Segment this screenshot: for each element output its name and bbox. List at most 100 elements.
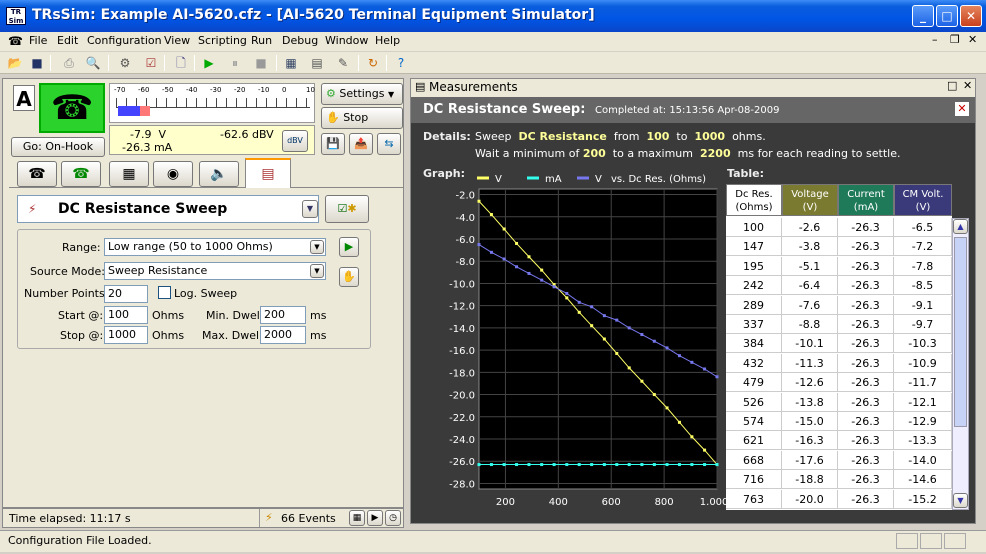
toolbar: 📂 ■ ⎙ 🔍 ⚙ ☑ 🗋 ▶ ⏸ ■ ▦ ▤ ✎ ↻ ?: [0, 52, 986, 74]
points-label: Number Points:: [24, 287, 109, 300]
menu-run[interactable]: Run: [251, 34, 272, 47]
y-tick-label: -12.0: [449, 302, 475, 313]
maximize-icon[interactable]: □: [947, 79, 957, 92]
table-cell: -15.0: [782, 412, 838, 431]
data-point: [627, 463, 631, 467]
menu-configuration[interactable]: Configuration: [87, 34, 162, 47]
title-bar: TR Sim TRsSim: Example AI-5620.cfz - [AI…: [0, 0, 986, 32]
tab-green-phone[interactable]: ☎: [61, 161, 101, 187]
run-icon[interactable]: ▶: [200, 54, 218, 72]
script-icon[interactable]: ✎: [334, 54, 352, 72]
table-cell: -12.9: [894, 412, 952, 431]
document-icon[interactable]: 🗋: [172, 54, 190, 72]
calendar-icon[interactable]: ▦: [282, 54, 300, 72]
close-report-icon[interactable]: ✕: [955, 102, 969, 116]
table-cell: -10.9: [894, 353, 952, 373]
scroll-up-icon[interactable]: ▲: [953, 219, 968, 234]
settings-button[interactable]: ⚙ Settings ▼: [321, 83, 403, 105]
scroll-down-icon[interactable]: ▼: [953, 493, 968, 508]
menu-file[interactable]: File: [29, 34, 47, 47]
table-cell: -26.3: [838, 489, 894, 509]
column-header-unit: (V): [802, 202, 818, 213]
mdi-minimize-icon[interactable]: –: [932, 33, 938, 46]
stop-button[interactable]: ✋ Stop: [321, 107, 403, 129]
mdi-restore-icon[interactable]: ❐: [950, 33, 960, 46]
enable-toggle[interactable]: ☑✱: [325, 195, 369, 223]
menu-debug[interactable]: Debug: [282, 34, 318, 47]
column-header[interactable]: CM Volt. (V): [894, 184, 952, 216]
points-input[interactable]: 20: [104, 285, 148, 303]
tab-measurement[interactable]: ▤: [245, 158, 291, 188]
refresh-icon[interactable]: ↻: [364, 54, 382, 72]
mdi-close-icon[interactable]: ✕: [968, 33, 977, 46]
column-header[interactable]: Current (mA): [838, 184, 894, 216]
menu-window[interactable]: Window: [325, 34, 368, 47]
clock-icon[interactable]: ◷: [385, 510, 401, 526]
print-icon[interactable]: ⎙: [60, 54, 78, 72]
gear-icon[interactable]: ⚙: [116, 54, 134, 72]
source-label: Source Mode:: [30, 265, 105, 278]
open-icon[interactable]: 📂: [6, 54, 24, 72]
table-cell: -26.3: [838, 450, 894, 470]
details-line-2: Wait a minimum of 200 to a maximum 2200 …: [475, 147, 901, 160]
details-label: Details:: [423, 130, 471, 143]
pause-icon[interactable]: ⏸: [226, 54, 244, 72]
menu-view[interactable]: View: [164, 34, 190, 47]
y-tick-label: -8.0: [455, 257, 475, 268]
play-log-icon[interactable]: ▶: [367, 510, 383, 526]
menu-scripting[interactable]: Scripting: [198, 34, 247, 47]
table-scrollbar[interactable]: ▲ ▼: [952, 218, 969, 510]
plot-area: [478, 188, 718, 490]
stop-input[interactable]: 1000: [104, 326, 148, 344]
phone-status[interactable]: ☎: [39, 83, 105, 133]
green-phone-icon: ☎: [72, 166, 90, 182]
stop-icon[interactable]: ■: [252, 54, 270, 72]
table-cell: -26.3: [838, 256, 894, 276]
x-tick-label: 600: [602, 497, 621, 508]
tab-dial[interactable]: ◉: [153, 161, 193, 187]
column-header[interactable]: Voltage (V): [782, 184, 838, 216]
data-point: [602, 314, 606, 318]
save-icon[interactable]: ■: [28, 54, 46, 72]
print-preview-icon[interactable]: 🔍: [84, 54, 102, 72]
export-icon[interactable]: 📤: [349, 133, 373, 155]
min-dwell-input[interactable]: 200: [260, 306, 306, 324]
ms-label: ms: [310, 329, 327, 342]
chevron-down-icon[interactable]: ▼: [302, 200, 318, 218]
notes-icon[interactable]: ▤: [308, 54, 326, 72]
maximize-button[interactable]: □: [936, 5, 958, 27]
table-cell: -6.4: [782, 276, 838, 296]
hand-stop-icon[interactable]: ✋: [339, 267, 359, 287]
details-line-1: Sweep DC Resistance from 100 to 1000 ohm…: [475, 130, 766, 143]
db-save-icon[interactable]: 💾: [321, 133, 345, 155]
scroll-thumb[interactable]: [954, 237, 967, 427]
unit-toggle-button[interactable]: dBV: [282, 130, 308, 152]
function-select[interactable]: ⚡ DC Resistance Sweep ▼: [17, 195, 319, 223]
max-dwell-input[interactable]: 2000: [260, 326, 306, 344]
table-cell: 337: [726, 315, 782, 334]
range-select[interactable]: Low range (50 to 1000 Ohms) ▼: [104, 238, 326, 256]
start-sweep-icon[interactable]: ▶: [339, 237, 359, 257]
record-icon[interactable]: ▦: [349, 510, 365, 526]
hook-button[interactable]: Go: On-Hook: [11, 137, 105, 157]
swap-icon[interactable]: ⇆: [377, 133, 401, 155]
menu-edit[interactable]: Edit: [57, 34, 78, 47]
y-tick-label: -10.0: [449, 279, 475, 290]
sweep-icon: ⚡: [28, 202, 37, 216]
data-point: [527, 271, 531, 275]
phone-icon[interactable]: ☎: [8, 34, 23, 48]
checklist-icon[interactable]: ☑: [142, 54, 160, 72]
menu-help[interactable]: Help: [375, 34, 400, 47]
start-input[interactable]: 100: [104, 306, 148, 324]
close-icon[interactable]: ✕: [963, 79, 972, 92]
log-sweep-checkbox[interactable]: [158, 286, 171, 299]
tab-speaker[interactable]: 🔈: [199, 161, 239, 187]
source-select[interactable]: Sweep Resistance ▼: [104, 262, 326, 280]
tab-phone[interactable]: ☎: [17, 161, 57, 187]
minimize-button[interactable]: _: [912, 5, 934, 27]
data-point: [515, 241, 519, 245]
help-icon[interactable]: ?: [392, 54, 410, 72]
close-button[interactable]: ✕: [960, 5, 982, 27]
column-header[interactable]: Dc Res. (Ohms): [726, 184, 782, 216]
tab-keypad[interactable]: ▦: [109, 161, 149, 187]
